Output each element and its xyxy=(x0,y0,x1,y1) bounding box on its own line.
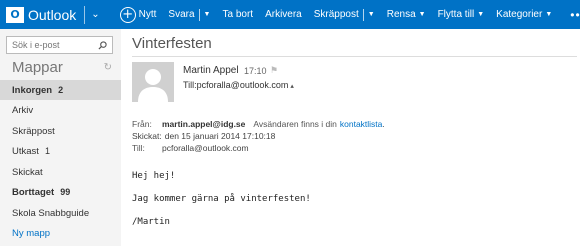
recipient-summary-text: Till:pcforalla@outlook.com xyxy=(183,80,289,90)
sender-note-end: . xyxy=(382,119,385,129)
flag-icon[interactable]: ⚑ xyxy=(270,65,278,76)
folder-skola-snabbguide[interactable]: Skola Snabbguide xyxy=(0,203,121,223)
new-folder-link[interactable]: Ny mapp xyxy=(0,223,121,243)
search-input[interactable] xyxy=(7,38,95,52)
folder-label: Skola Snabbguide xyxy=(12,207,90,219)
chevron-down-icon[interactable]: ▼ xyxy=(204,11,211,18)
sent-value: den 15 januari 2014 17:10:18 xyxy=(164,131,276,141)
divider xyxy=(84,5,86,24)
folder-label: Ny mapp xyxy=(12,227,51,239)
top-bar: O Outlook ⌄ + Nytt Svara ▼ Ta bort Arkiv… xyxy=(0,0,580,29)
chevron-down-icon: ▼ xyxy=(477,11,485,18)
search-icon[interactable] xyxy=(95,40,110,50)
sender-note: Avsändaren finns i din xyxy=(253,119,337,129)
draft-count: 1 xyxy=(44,146,50,156)
contact-list-link[interactable]: kontaktlista xyxy=(340,119,383,129)
to-value: pcforalla@outlook.com xyxy=(162,143,249,153)
reply-button[interactable]: Svara ▼ xyxy=(162,0,216,29)
chevron-down-icon: ▼ xyxy=(418,11,426,18)
folder-label: Borttaget xyxy=(12,186,55,198)
message-subject: Vinterfesten xyxy=(132,35,212,52)
folder-deleted[interactable]: Borttaget 99 xyxy=(0,182,121,202)
new-label: Nytt xyxy=(138,9,157,20)
from-address[interactable]: martin.appel@idg.se xyxy=(162,119,245,129)
folder-sent[interactable]: Skickat xyxy=(0,162,121,182)
refresh-icon[interactable]: ↻ xyxy=(104,62,112,73)
chevron-down-icon[interactable]: ⌄ xyxy=(91,9,99,20)
new-button[interactable]: + Nytt xyxy=(100,0,163,29)
from-row: Från: martin.appel@idg.se Avsändaren fin… xyxy=(132,119,385,129)
sent-label: Skickat: xyxy=(132,131,162,141)
unread-count: 99 xyxy=(60,187,71,197)
sweep-label: Rensa xyxy=(386,9,416,20)
folder-drafts[interactable]: Utkast 1 xyxy=(0,141,121,161)
delete-button[interactable]: Ta bort xyxy=(216,0,259,29)
to-label: Till: xyxy=(132,143,145,153)
folder-pane: Mappar ↻ Inkorgen 2 Arkiv Skräppost Utka… xyxy=(0,29,121,246)
reading-pane: Vinterfesten Martin Appel 17:10 ⚑ Till:p… xyxy=(121,29,580,246)
junk-button[interactable]: Skräppost ▼ xyxy=(308,0,381,29)
plus-icon: + xyxy=(119,6,136,23)
unread-count: 2 xyxy=(58,85,64,95)
junk-label: Skräppost xyxy=(313,9,359,20)
search-box xyxy=(6,36,113,54)
message-time: 17:10 xyxy=(244,66,267,76)
folder-label: Skräppost xyxy=(12,125,55,137)
recipient-summary[interactable]: Till:pcforalla@outlook.com ▴ xyxy=(183,80,294,90)
sender-name[interactable]: Martin Appel xyxy=(183,65,239,76)
app-name: Outlook xyxy=(28,6,77,23)
archive-label: Arkivera xyxy=(265,9,302,20)
folders-title: Mappar xyxy=(12,59,63,76)
from-label: Från: xyxy=(132,119,152,129)
folder-label: Utkast xyxy=(12,145,39,157)
more-options-icon[interactable]: ••• xyxy=(564,0,580,29)
message-body-line: Hej hej! xyxy=(132,171,176,181)
divider xyxy=(198,8,200,21)
folder-label: Skickat xyxy=(12,166,43,178)
sent-row: Skickat: den 15 januari 2014 17:10:18 xyxy=(132,131,275,141)
expand-icon[interactable]: ▴ xyxy=(290,83,294,90)
archive-button[interactable]: Arkivera xyxy=(259,0,308,29)
divider xyxy=(362,8,364,21)
folders-header: Mappar ↻ xyxy=(12,59,112,76)
delete-label: Ta bort xyxy=(222,9,254,20)
outlook-logo-icon: O xyxy=(6,6,24,23)
message-body-line: Jag kommer gärna på vinterfesten! xyxy=(132,194,311,204)
folder-junk[interactable]: Skräppost xyxy=(0,121,121,141)
to-row: Till: pcforalla@outlook.com xyxy=(132,143,249,153)
categories-label: Kategorier xyxy=(496,9,543,20)
folder-label: Arkiv xyxy=(12,104,34,116)
message-body-line: /Martin xyxy=(132,217,170,227)
folder-archive[interactable]: Arkiv xyxy=(0,100,121,120)
avatar xyxy=(132,62,174,102)
folder-label: Inkorgen xyxy=(12,84,53,96)
app-launcher[interactable]: O Outlook ⌄ xyxy=(0,0,100,29)
folder-inbox[interactable]: Inkorgen 2 xyxy=(0,80,121,100)
reply-label: Svara xyxy=(168,9,195,20)
chevron-down-icon[interactable]: ▼ xyxy=(368,11,375,18)
categories-button[interactable]: Kategorier ▼ xyxy=(490,0,558,29)
move-to-button[interactable]: Flytta till ▼ xyxy=(432,0,491,29)
sweep-button[interactable]: Rensa ▼ xyxy=(381,0,432,29)
divider xyxy=(132,56,577,57)
move-label: Flytta till xyxy=(437,9,475,20)
chevron-down-icon: ▼ xyxy=(545,11,553,18)
